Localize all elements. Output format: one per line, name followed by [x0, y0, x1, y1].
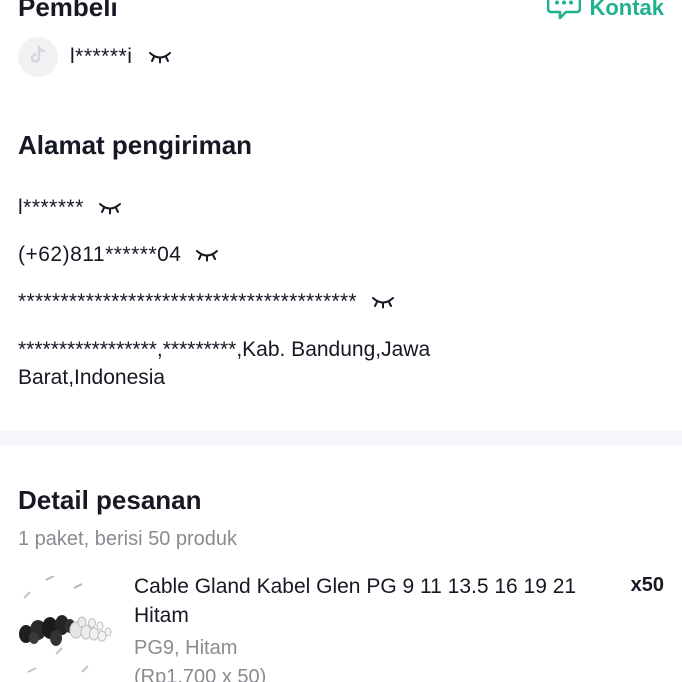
- product-price-calc: (Rp1.700 x 50): [134, 666, 267, 682]
- eye-closed-icon[interactable]: [371, 295, 395, 309]
- recipient-full-address: *****************,*********,Kab. Bandung…: [18, 338, 431, 389]
- contact-button[interactable]: Kontak: [547, 0, 664, 25]
- eye-closed-icon[interactable]: [195, 248, 219, 262]
- recipient-name-row: l*******: [18, 196, 122, 220]
- product-variant: PG9, Hitam: [134, 637, 238, 659]
- recipient-phone: (+62)811******04: [18, 243, 182, 266]
- address-section-title: Alamat pengiriman: [18, 130, 253, 160]
- order-detail-title: Detail pesanan: [18, 485, 202, 515]
- eye-closed-icon[interactable]: [98, 201, 122, 215]
- recipient-phone-row: (+62)811******04: [18, 243, 219, 267]
- order-package-summary: 1 paket, berisi 50 produk: [18, 528, 238, 550]
- product-name[interactable]: Cable Gland Kabel Glen PG 9 11 13.5 16 1…: [134, 572, 604, 630]
- buyer-section-title: Pembeli: [18, 0, 118, 22]
- recipient-street: ****************************************: [18, 290, 357, 313]
- section-divider: [0, 431, 682, 445]
- avatar: [18, 37, 58, 77]
- buyer-name: l******i: [70, 45, 133, 68]
- recipient-street-row: ****************************************: [18, 290, 395, 314]
- chat-bubble-icon: [547, 0, 582, 25]
- contact-label: Kontak: [589, 0, 664, 20]
- recipient-name: l*******: [18, 196, 84, 219]
- eye-closed-icon[interactable]: [148, 50, 172, 64]
- buyer-info-row: l******i: [18, 37, 172, 77]
- product-quantity: x50: [630, 574, 664, 596]
- tiktok-logo-icon: [28, 45, 48, 70]
- product-image[interactable]: [16, 575, 116, 682]
